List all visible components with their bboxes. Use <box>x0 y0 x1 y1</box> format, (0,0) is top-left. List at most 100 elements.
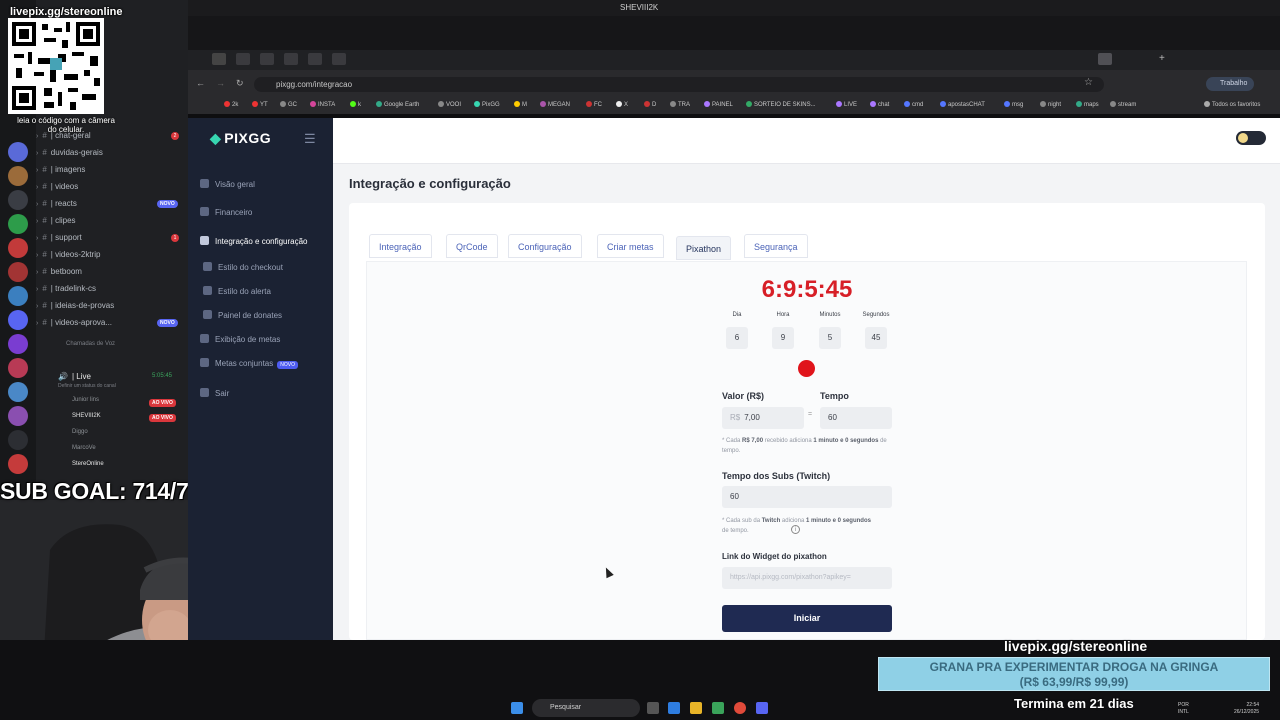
chrome-icon[interactable] <box>734 702 746 714</box>
language-indicator[interactable]: POR INTL <box>1178 702 1189 716</box>
channel-item[interactable]: › # | reacts <box>36 199 77 215</box>
nav-metas-conjuntas[interactable]: Metas conjuntas NOVO <box>200 358 298 369</box>
bookmark-item[interactable]: X <box>616 101 628 108</box>
server-icon[interactable] <box>8 142 28 162</box>
browser-tab-active[interactable] <box>1098 53 1112 65</box>
bookmark-item[interactable]: maps <box>1076 101 1099 108</box>
taskbar-search[interactable]: Pesquisar <box>532 699 640 717</box>
server-icon[interactable] <box>8 190 28 210</box>
windows-start-icon[interactable] <box>511 702 523 714</box>
channel-item[interactable]: › # duvidas-gerais <box>36 148 103 164</box>
server-icon[interactable] <box>8 214 28 234</box>
file-explorer-icon[interactable] <box>690 702 702 714</box>
nav-visao-geral[interactable]: Visão geral <box>200 179 255 189</box>
browser-tab[interactable] <box>236 53 250 65</box>
channel-item[interactable]: › # | tradelink-cs <box>36 284 96 300</box>
tab-criar-metas[interactable]: Criar metas <box>597 234 664 258</box>
task-view-icon[interactable] <box>647 702 659 714</box>
bookmark-item[interactable]: 2k <box>224 101 238 108</box>
server-icon[interactable] <box>8 430 28 450</box>
bookmark-item[interactable]: Google Earth <box>376 101 419 108</box>
nav-painel-donates[interactable]: Painel de donates <box>203 310 282 320</box>
channel-item[interactable]: › # | imagens <box>36 165 85 181</box>
server-icon[interactable] <box>8 334 28 354</box>
bookmark-item[interactable]: PAINEL <box>704 101 733 108</box>
voice-user[interactable]: StereOnline <box>72 461 104 477</box>
bookmark-item[interactable]: M <box>514 101 527 108</box>
voice-user[interactable]: Junior lins <box>72 397 99 413</box>
start-button[interactable]: Iniciar <box>722 605 892 632</box>
new-tab-icon[interactable]: + <box>1159 53 1165 64</box>
nav-checkout[interactable]: Estilo do checkout <box>203 262 283 272</box>
channel-item[interactable]: › # | support <box>36 233 82 249</box>
browser-tab[interactable] <box>308 53 322 65</box>
bookmark-item[interactable]: SORTEIO DE SKINS... <box>746 101 816 108</box>
channel-item[interactable]: › # | ideias-de-provas <box>36 301 114 317</box>
server-icon[interactable] <box>8 238 28 258</box>
bookmark-item[interactable]: YT <box>252 101 268 108</box>
bookmark-item[interactable]: D <box>644 101 656 108</box>
all-bookmarks[interactable]: Todos os favoritos <box>1204 101 1260 108</box>
tab-seguranca[interactable]: Segurança <box>744 234 808 258</box>
bookmark-item[interactable]: cmd <box>904 101 923 108</box>
bookmark-item[interactable]: GC <box>280 101 297 108</box>
tab-pixathon[interactable]: Pixathon <box>676 236 732 260</box>
menu-collapse-icon[interactable]: ☰ <box>304 131 316 147</box>
bookmark-item[interactable]: msg <box>1004 101 1023 108</box>
bookmark-item[interactable]: VOOI <box>438 101 461 108</box>
bookmark-item[interactable]: stream <box>1110 101 1136 108</box>
browser-tab[interactable] <box>332 53 346 65</box>
bookmark-item[interactable]: INSTA <box>310 101 335 108</box>
bookmark-item[interactable]: FC <box>586 101 602 108</box>
bookmark-item[interactable]: PixGG <box>474 101 500 108</box>
reload-icon[interactable]: ↻ <box>236 78 244 89</box>
discord-icon[interactable] <box>756 702 768 714</box>
nav-integracao[interactable]: Integração e configuração <box>200 236 308 246</box>
tempo-input[interactable]: 60 <box>820 407 892 429</box>
taskbar-clock[interactable]: 22:54 26/12/2025 <box>1234 702 1259 716</box>
server-icon[interactable] <box>8 286 28 306</box>
bookmark-item[interactable]: night <box>1040 101 1061 108</box>
bookmark-item[interactable]: apostasCHAT <box>940 101 985 108</box>
tab-configuracao[interactable]: Configuração <box>508 234 582 258</box>
copilot-icon[interactable] <box>668 702 680 714</box>
voice-section-header[interactable]: Chamadas de Voz <box>66 341 115 357</box>
nav-sair[interactable]: Sair <box>200 388 229 398</box>
browser-tab[interactable] <box>260 53 274 65</box>
back-icon[interactable]: ← <box>196 78 205 88</box>
channel-item[interactable]: › # | videos-aprova... <box>36 318 112 334</box>
app-icon[interactable] <box>712 702 724 714</box>
voice-user[interactable]: SHEVIII2K <box>72 413 101 429</box>
bookmark-item[interactable]: k <box>350 101 361 108</box>
server-icon[interactable] <box>8 406 28 426</box>
voice-user[interactable]: MarcoVe <box>72 445 96 461</box>
info-icon[interactable]: i <box>791 525 800 534</box>
server-icon[interactable] <box>8 166 28 186</box>
pixgg-logo[interactable]: ◆ PIXGG <box>210 130 271 147</box>
browser-tab[interactable] <box>212 53 226 65</box>
url-field[interactable] <box>254 77 1104 92</box>
server-icon[interactable] <box>8 382 28 402</box>
bookmark-item[interactable]: MEGAN <box>540 101 570 108</box>
bookmark-star-icon[interactable]: ☆ <box>1084 77 1093 88</box>
nav-financeiro[interactable]: Financeiro <box>200 207 252 217</box>
bookmark-item[interactable]: chat <box>870 101 889 108</box>
channel-item[interactable]: › # | videos-2ktrip <box>36 250 100 266</box>
profile-button[interactable]: Trabalho <box>1206 77 1254 91</box>
bookmark-item[interactable]: LIVE <box>836 101 857 108</box>
channel-item[interactable]: › # betboom <box>36 267 82 283</box>
server-icon[interactable] <box>8 310 28 330</box>
nav-alerta[interactable]: Estilo do alerta <box>203 286 271 296</box>
channel-item[interactable]: › # | videos <box>36 182 78 198</box>
nav-exibicao-metas[interactable]: Exibição de metas <box>200 334 280 344</box>
voice-user[interactable]: Diggo <box>72 429 88 445</box>
channel-item[interactable]: › # | clipes <box>36 216 76 232</box>
browser-tab[interactable] <box>284 53 298 65</box>
tab-qrcode[interactable]: QrCode <box>446 234 498 258</box>
server-icon[interactable] <box>8 358 28 378</box>
bookmark-item[interactable]: TRA <box>670 101 690 108</box>
tab-integracao[interactable]: Integração <box>369 234 432 258</box>
widget-link-input[interactable]: https://api.pixgg.com/pixathon?apikey= <box>722 567 892 589</box>
valor-input[interactable]: R$ 7,00 <box>722 407 804 429</box>
subs-input[interactable]: 60 <box>722 486 892 508</box>
